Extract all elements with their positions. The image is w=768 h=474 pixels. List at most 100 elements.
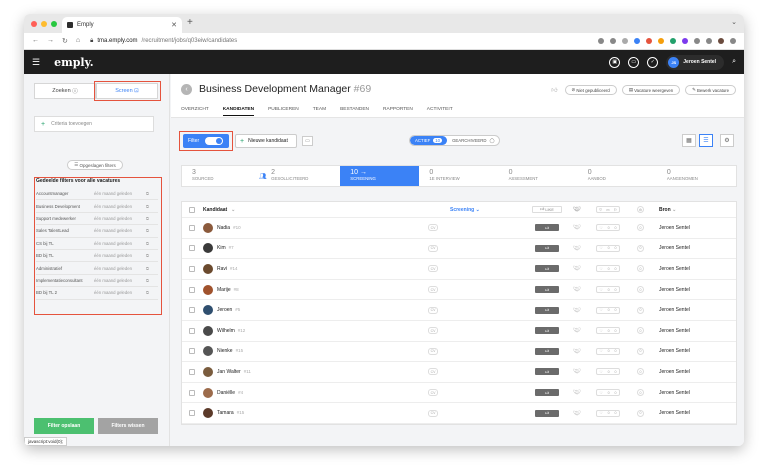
puzzle-icon[interactable] [694,38,700,44]
task-count[interactable]: 0 [637,347,644,355]
chevron-down-icon[interactable]: ⌄ [731,18,737,26]
like-button[interactable]: 👍︎ [535,368,559,376]
handshake-icon[interactable]: 🤝︎ [573,245,581,252]
minimize-window-button[interactable] [41,20,47,27]
row-action-icons[interactable]: ♡ 0 0 [596,327,620,335]
candidate-name[interactable]: Daniëlle #4 [217,390,243,396]
row-checkbox[interactable] [189,410,195,417]
cv-tag-icon[interactable]: CV [428,224,438,232]
row-action-icons[interactable]: ♡ 0 0 [596,286,620,294]
row-checkbox[interactable] [189,348,195,355]
table-row[interactable]: Wilhelm #12 CV 👍︎ 🤝︎ ♡ 0 0 0 Jeroen Sentel [182,321,736,342]
task-count[interactable]: 0 [637,244,644,252]
table-row[interactable]: Nienke #15 CV 👍︎ 🤝︎ ♡ 0 0 0 Jeroen Sentel [182,342,736,363]
table-row[interactable]: Jan Walter #11 CV 👍︎ 🤝︎ ♡ 0 0 0 Jeroen Sent… [182,362,736,383]
unpublished-button[interactable]: ⊘ Niet gepubliceerd [564,85,617,95]
grid-view-icon[interactable]: ▦ [682,134,696,147]
list-view-icon[interactable]: ☰ [699,134,713,147]
row-action-icons[interactable]: ♡ 0 0 [596,265,620,273]
candidate-name[interactable]: Jeroen #5 [217,307,240,313]
row-action-icons[interactable]: ♡ 0 0 [596,389,620,397]
saved-filter-item[interactable]: Accountmanager één maand geleden ⧉ [36,188,158,201]
candidate-name[interactable]: Wilhelm #12 [217,328,245,334]
action-icons-header[interactable]: ♡ ▭ ⚐ [596,206,620,213]
view-vacancy-button[interactable]: ▤ Vacature weergeven [621,85,681,95]
extension-icon[interactable] [634,38,640,44]
task-count[interactable]: 0 [637,265,644,273]
cv-tag-icon[interactable]: CV [428,306,438,314]
copy-icon[interactable]: ⧉ [146,278,149,283]
row-checkbox[interactable] [189,245,195,252]
tab-search[interactable]: Zoeken ⓘ [34,83,96,99]
cv-tag-icon[interactable]: CV [428,265,438,273]
tab-publiceren[interactable]: PUBLICEREN [268,107,299,116]
handshake-icon[interactable]: 🤝︎ [573,368,581,375]
table-row[interactable]: Kim #7 CV 👍︎ 🤝︎ ♡ 0 0 0 Jeroen Sentel [182,239,736,260]
pipeline-stage[interactable]: 0 1E INTERVIEW [419,166,498,186]
task-count[interactable]: 0 [637,389,644,397]
handshake-icon[interactable]: 🤝︎ [573,224,581,231]
col-candidate-header[interactable]: Kandidaat [203,207,227,213]
browser-tab[interactable]: Emply ✕ [62,17,182,33]
tab-activiteit[interactable]: ACTIVITEIT [427,107,453,116]
download-icon[interactable] [706,38,712,44]
tab-overzicht[interactable]: OVERZICHT [181,107,209,116]
thumbs-icon[interactable]: 👍︎ [551,86,557,94]
candidate-name[interactable]: Ravi #14 [217,266,238,272]
handshake-icon[interactable]: 🤝︎ [573,348,581,355]
extension-icon[interactable] [646,38,652,44]
row-action-icons[interactable]: ♡ 0 0 [596,306,620,314]
candidate-name[interactable]: Jan Walter #11 [217,369,251,375]
inbox-icon[interactable]: ▭ [628,56,640,68]
back-arrow-icon[interactable]: ← [32,37,39,45]
extension-icon[interactable] [670,38,676,44]
cv-tag-icon[interactable]: CV [428,389,438,397]
saved-filter-item[interactable]: BD bij TL één maand geleden ⧉ [36,250,158,263]
candidate-name[interactable]: Nadia #10 [217,225,241,231]
extension-icon[interactable] [658,38,664,44]
task-count[interactable]: 0 [637,224,644,232]
row-checkbox[interactable] [189,286,195,293]
copy-icon[interactable]: ⧉ [146,241,149,246]
cv-tag-icon[interactable]: CV [428,368,438,376]
handshake-icon[interactable]: 🤝︎ [573,327,581,334]
row-checkbox[interactable] [189,224,195,231]
row-action-icons[interactable]: ♡ 0 0 [596,347,620,355]
task-count[interactable]: 0 [637,327,644,335]
tab-team[interactable]: TEAM [313,107,326,116]
saved-filters-button[interactable]: ☰ Opgeslagen filters [67,160,123,170]
close-window-button[interactable] [31,20,37,27]
row-action-icons[interactable]: ♡ 0 0 [596,244,620,252]
cv-tag-icon[interactable]: CV [428,244,438,252]
new-candidate-button[interactable]: + Nieuwe kandidaat [235,134,297,148]
pipeline-stage[interactable]: 0 AANGENOMEN [657,166,736,186]
app-logo[interactable]: emply. [54,56,93,69]
table-row[interactable]: Marije #8 CV 👍︎ 🤝︎ ♡ 0 0 0 Jeroen Sentel [182,280,736,301]
pipeline-stage[interactable]: 0 ASSESSMENT [499,166,578,186]
cv-tag-icon[interactable]: CV [428,409,438,417]
candidate-name[interactable]: Nienke #15 [217,348,243,354]
like-button[interactable]: 👍︎ [535,265,559,273]
copy-icon[interactable]: ⧉ [146,266,149,271]
url-field[interactable]: 🔒︎ tma.emply.com/recruitment/jobs/q03eiw… [90,38,237,45]
gear-icon[interactable]: ⚙ [720,134,734,147]
task-count[interactable]: 0 [637,409,644,417]
handshake-icon[interactable]: 🤝︎ [573,265,581,272]
handshake-icon[interactable]: 🤝︎ [573,389,581,396]
home-icon[interactable]: ⌂ [76,37,80,45]
handshake-icon[interactable]: 🤝︎ [573,410,581,417]
extension-icon[interactable] [682,38,688,44]
copy-icon[interactable]: ⧉ [146,253,149,258]
add-criteria-field[interactable]: + Criteria toevoegen [34,116,154,132]
like-button[interactable]: 👍︎ [535,224,559,232]
saved-filter-item[interactable]: Administratief één maand geleden ⧉ [36,262,158,275]
table-row[interactable]: Nadia #10 CV 👍︎ 🤝︎ ♡ 0 0 0 Jeroen Sentel [182,218,736,239]
copy-icon[interactable]: ⧉ [146,228,149,233]
candidate-name[interactable]: Tamara #15 [217,410,244,416]
pipeline-stage[interactable]: 0 AANBOD [578,166,657,186]
search-icon[interactable]: ⌕ [732,58,736,66]
table-row[interactable]: Daniëlle #4 CV 👍︎ 🤝︎ ♡ 0 0 0 Jeroen Sentel [182,383,736,404]
like-button[interactable]: 👍︎ [535,347,559,355]
task-count[interactable]: 0 [637,306,644,314]
row-action-icons[interactable]: ♡ 0 0 [596,409,620,417]
